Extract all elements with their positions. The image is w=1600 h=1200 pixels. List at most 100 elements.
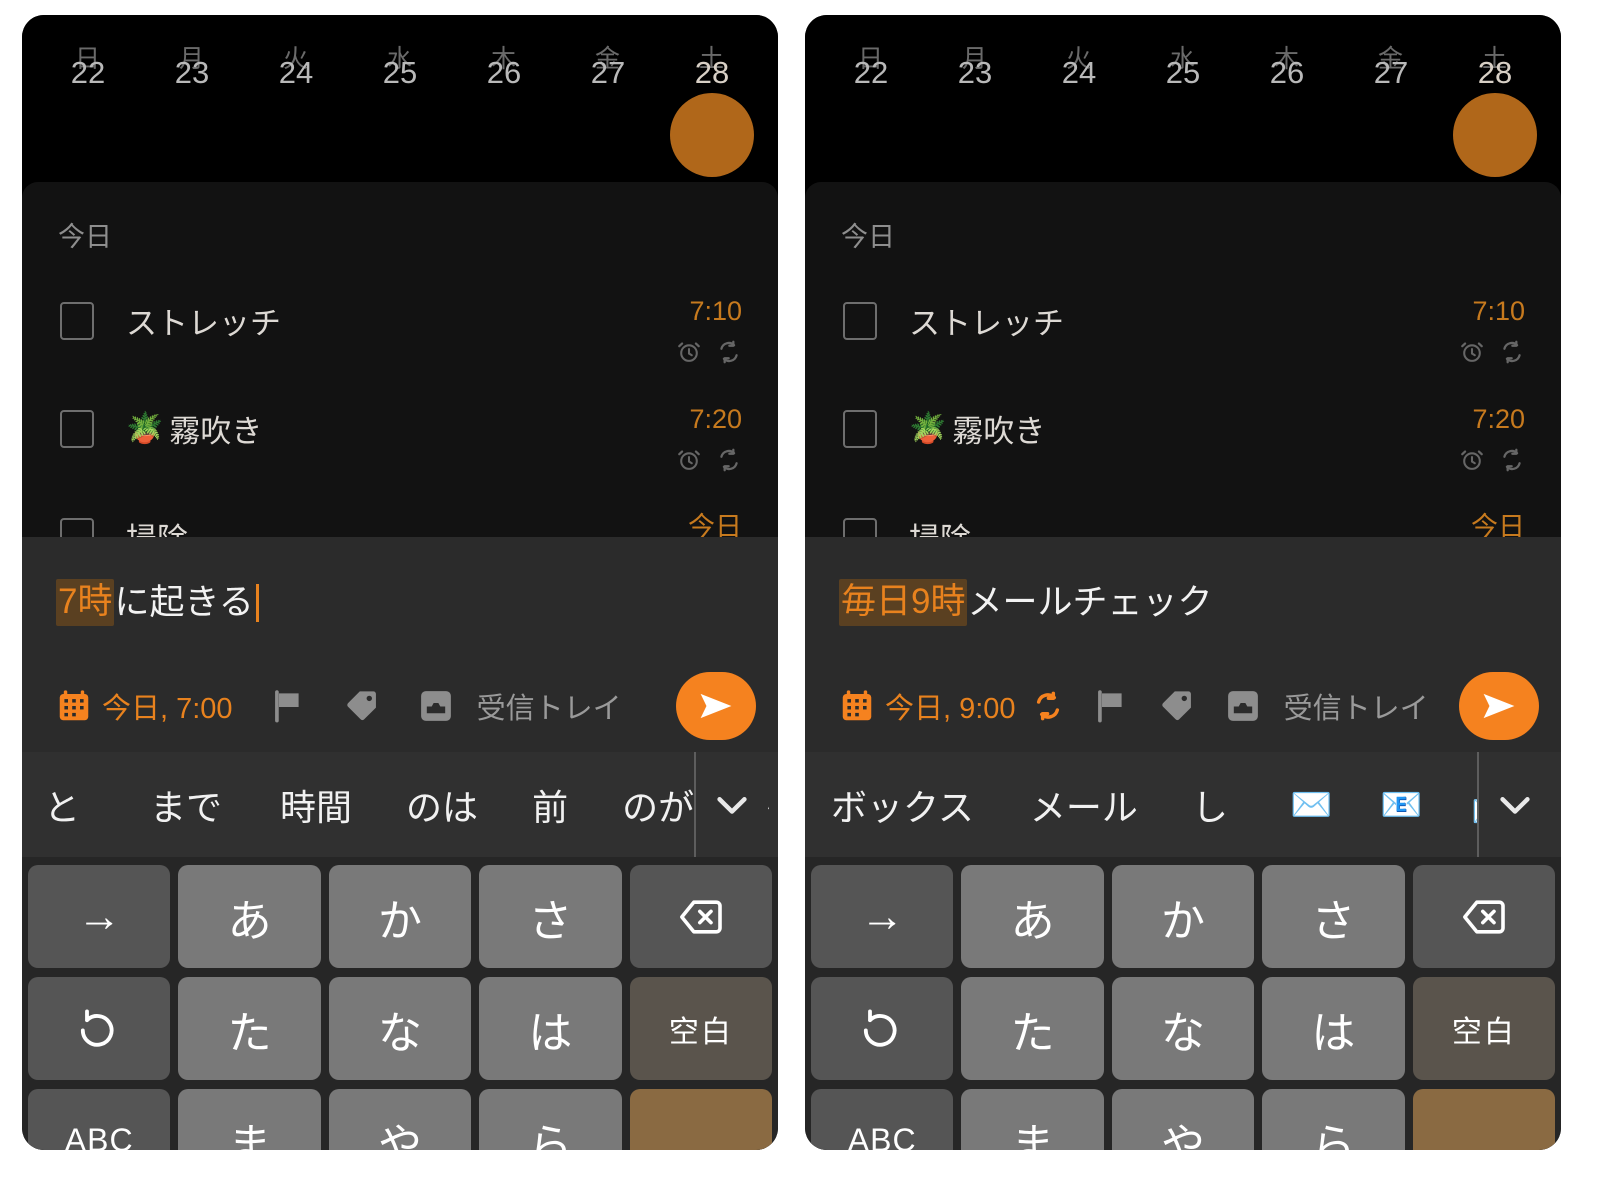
suggestion-item[interactable]: まで: [150, 779, 222, 831]
date-cell-26[interactable]: 26: [452, 15, 556, 88]
keyboard-row: → あ か さ: [28, 865, 773, 968]
key-sa[interactable]: さ: [479, 865, 622, 968]
key-ra[interactable]: ら: [1262, 1089, 1405, 1150]
key-na[interactable]: な: [328, 977, 472, 1080]
key-abc-mode[interactable]: ABC: [811, 1089, 954, 1150]
date-number: 27: [1373, 55, 1409, 90]
key-sa[interactable]: さ: [1262, 865, 1405, 968]
keyboard-row: ABC ま や ら: [811, 1089, 1556, 1150]
task-time: 7:10: [1472, 296, 1525, 326]
date-cell-27[interactable]: 27: [556, 15, 660, 88]
date-cell-26[interactable]: 26: [1235, 15, 1339, 88]
key-ya[interactable]: や: [1111, 1089, 1255, 1150]
flag-icon[interactable]: [269, 687, 307, 725]
key-enter[interactable]: [629, 1089, 773, 1150]
task-list: 今日 ストレッチ 7:10 🪴 霧吹き 7:20 今日: [805, 182, 1561, 552]
key-ma[interactable]: ま: [178, 1089, 321, 1150]
key-ta[interactable]: た: [961, 977, 1104, 1080]
task-meta: 7:20: [676, 406, 742, 473]
key-cursor-right[interactable]: →: [811, 865, 954, 968]
expand-suggestions-button[interactable]: [694, 752, 768, 857]
tag-icon[interactable]: [343, 687, 381, 725]
task-checkbox[interactable]: [60, 410, 94, 448]
suggestion-item-email[interactable]: 📧: [1380, 785, 1422, 825]
task-checkbox[interactable]: [843, 302, 877, 340]
key-ka[interactable]: か: [1111, 865, 1255, 968]
date-cell-22[interactable]: 22: [819, 15, 923, 88]
quick-add-panel: 毎日9時 メールチェック 今日, 9:00 受信トレイ: [805, 537, 1561, 752]
task-time: 7:20: [1472, 404, 1525, 434]
task-row[interactable]: ストレッチ 7:10: [805, 298, 1561, 400]
keyboard-row: ABC ま や ら: [28, 1089, 773, 1150]
suggestion-item[interactable]: 前: [532, 779, 568, 831]
quick-add-input[interactable]: 7時 に起きる: [22, 537, 778, 626]
date-number: 23: [957, 55, 993, 90]
due-date-chip[interactable]: 今日, 9:00: [839, 685, 1064, 727]
key-na[interactable]: な: [1111, 977, 1255, 1080]
task-checkbox[interactable]: [60, 302, 94, 340]
suggestion-item[interactable]: と: [44, 779, 80, 831]
task-checkbox[interactable]: [843, 410, 877, 448]
key-ya[interactable]: や: [328, 1089, 472, 1150]
key-ra[interactable]: ら: [479, 1089, 622, 1150]
task-row[interactable]: ストレッチ 7:10: [22, 298, 778, 400]
date-cell-23[interactable]: 23: [923, 15, 1027, 88]
date-number: 22: [70, 55, 106, 90]
key-undo[interactable]: [28, 977, 171, 1080]
key-space[interactable]: 空白: [629, 977, 773, 1080]
flag-icon[interactable]: [1092, 687, 1130, 725]
send-button[interactable]: [1459, 672, 1539, 740]
key-backspace[interactable]: [629, 865, 773, 968]
keyboard-row: た な は 空白: [811, 977, 1556, 1080]
key-ha[interactable]: は: [1262, 977, 1405, 1080]
undo-icon: [864, 1009, 897, 1047]
key-abc-mode[interactable]: ABC: [28, 1089, 171, 1150]
date-number: 24: [1061, 55, 1097, 90]
key-ha[interactable]: は: [479, 977, 622, 1080]
key-ka[interactable]: か: [328, 865, 472, 968]
project-chip[interactable]: 受信トレイ: [1224, 685, 1429, 727]
expand-suggestions-button[interactable]: [1477, 752, 1551, 857]
suggestion-item[interactable]: ボックス: [831, 779, 974, 831]
key-ma[interactable]: ま: [961, 1089, 1104, 1150]
alarm-clock-icon: [678, 342, 700, 362]
key-ta[interactable]: た: [178, 977, 321, 1080]
date-cell-28-selected[interactable]: 28: [1443, 15, 1547, 88]
date-cell-22[interactable]: 22: [36, 15, 140, 88]
screenshot-stage: 日 月 火 水 木 金 土 22 23 24 25 26 27 28 今日 スト…: [0, 0, 1600, 1200]
date-cell-27[interactable]: 27: [1339, 15, 1443, 88]
date-cell-24[interactable]: 24: [1027, 15, 1131, 88]
suggestion-item[interactable]: のは: [406, 779, 478, 831]
date-cell-28-selected[interactable]: 28: [660, 15, 764, 88]
date-number: 27: [590, 55, 626, 90]
key-space[interactable]: 空白: [1412, 977, 1556, 1080]
date-cell-25[interactable]: 25: [348, 15, 452, 88]
tag-icon[interactable]: [1158, 687, 1196, 725]
date-number: 28: [694, 55, 730, 90]
suggestion-item[interactable]: のが: [622, 779, 694, 831]
key-backspace[interactable]: [1412, 865, 1556, 968]
date-cell-23[interactable]: 23: [140, 15, 244, 88]
suggestion-item-envelope[interactable]: ✉️: [1290, 785, 1332, 825]
suggestion-item[interactable]: 時間: [280, 779, 352, 831]
key-cursor-right[interactable]: →: [28, 865, 171, 968]
project-label: 受信トレイ: [476, 693, 622, 725]
task-row[interactable]: 🪴 霧吹き 7:20: [22, 406, 778, 508]
date-number: 23: [174, 55, 210, 90]
key-a[interactable]: あ: [178, 865, 321, 968]
task-meta: 7:10: [676, 298, 742, 365]
date-cell-25[interactable]: 25: [1131, 15, 1235, 88]
key-a[interactable]: あ: [961, 865, 1104, 968]
suggestion-item[interactable]: メール: [1030, 779, 1138, 831]
date-cell-24[interactable]: 24: [244, 15, 348, 88]
due-date-chip[interactable]: 今日, 7:00: [56, 685, 233, 727]
key-undo[interactable]: [811, 977, 954, 1080]
project-chip[interactable]: 受信トレイ: [417, 685, 622, 727]
suggestion-item[interactable]: し: [1192, 779, 1228, 831]
task-row[interactable]: 🪴 霧吹き 7:20: [805, 406, 1561, 508]
send-button[interactable]: [676, 672, 756, 740]
send-icon: [700, 693, 732, 719]
key-enter[interactable]: [1412, 1089, 1556, 1150]
task-icon-group: [676, 447, 742, 473]
quick-add-input[interactable]: 毎日9時 メールチェック: [805, 537, 1561, 626]
